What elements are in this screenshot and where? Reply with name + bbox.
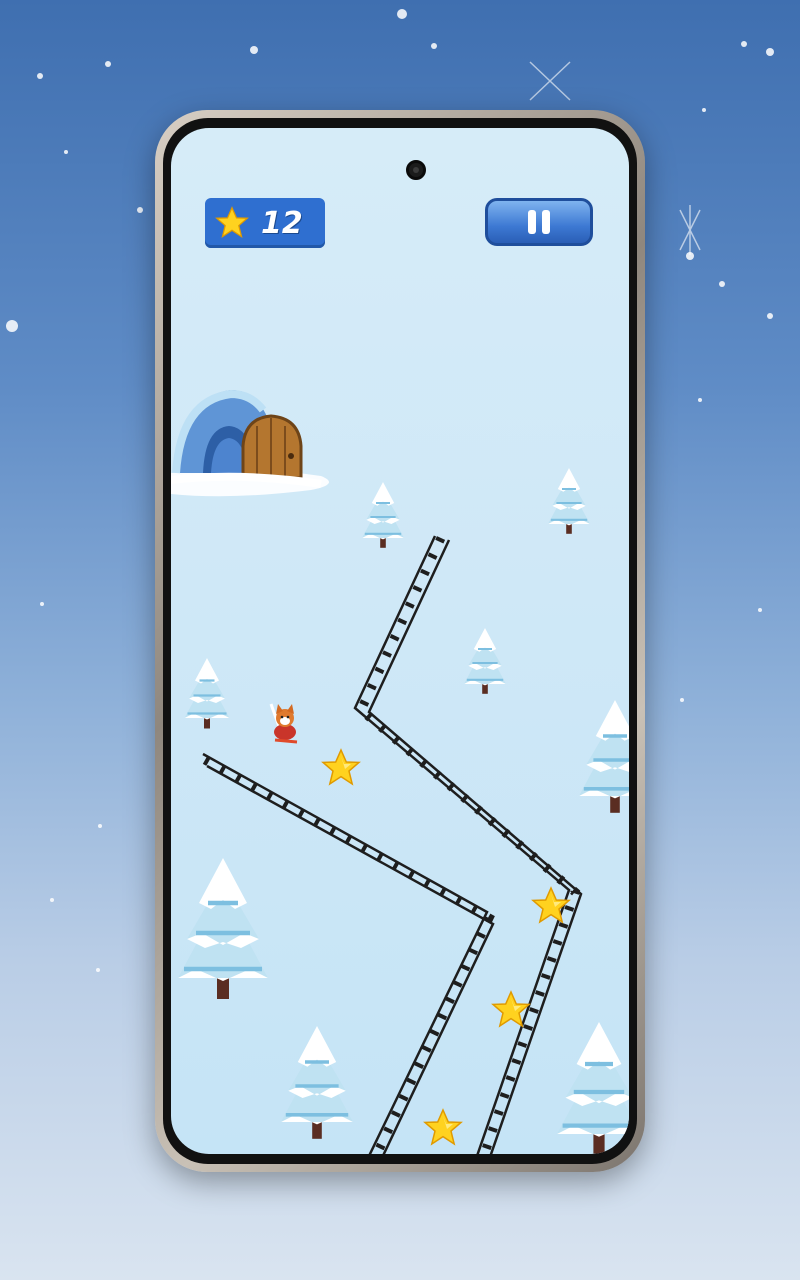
collectible-star[interactable]: [424, 1109, 462, 1145]
score-value: 12: [261, 205, 303, 241]
fence-path: [202, 535, 583, 1154]
snowy-tree: [557, 1022, 629, 1154]
snowy-tree: [546, 466, 592, 535]
pause-icon: [528, 210, 536, 234]
snowy-tree: [462, 626, 508, 695]
star-score-counter: 12: [205, 198, 325, 248]
snowy-tree: [360, 480, 406, 549]
collectible-star[interactable]: [322, 749, 360, 785]
star-icon: [215, 206, 249, 239]
collectible-star[interactable]: [532, 887, 570, 923]
front-camera: [406, 160, 426, 180]
fox-character[interactable]: [269, 703, 298, 744]
snowy-tree: [183, 656, 231, 730]
snowy-tree: [577, 698, 629, 815]
game-scene: [171, 389, 629, 1154]
snowy-tree: [279, 1024, 355, 1141]
snowy-tree: [178, 858, 268, 999]
wooden-door[interactable]: [241, 414, 303, 480]
game-screen[interactable]: 12: [171, 128, 629, 1154]
phone-frame: 12: [155, 110, 645, 1172]
pause-button[interactable]: [485, 198, 593, 246]
